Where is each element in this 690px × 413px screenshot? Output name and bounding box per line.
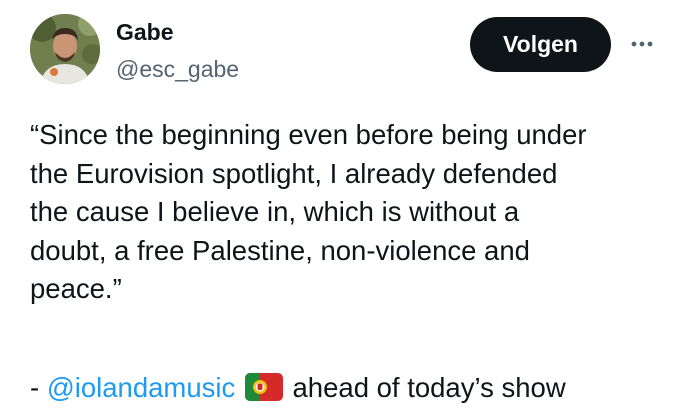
avatar-image <box>30 14 100 84</box>
credit-suffix: ahead of today’s show <box>284 372 566 403</box>
avatar[interactable] <box>30 14 100 84</box>
tweet-text: “Since the beginning even before being u… <box>30 116 670 309</box>
tweet-credit-line: - @iolandamusic ahead of today’s show <box>30 370 566 410</box>
portugal-flag-icon <box>244 373 283 410</box>
more-horizontal-icon <box>631 41 653 47</box>
tweet-quote: “Since the beginning even before being u… <box>30 119 587 304</box>
more-options-icon[interactable] <box>626 28 658 60</box>
credit-prefix: - <box>30 372 47 403</box>
user-handle[interactable]: @esc_gabe <box>116 55 239 83</box>
follow-button[interactable]: Volgen <box>470 17 611 72</box>
mention-link[interactable]: @iolandamusic <box>47 372 235 403</box>
display-name[interactable]: Gabe <box>116 18 174 46</box>
tweet-card: Gabe @esc_gabe Volgen “Since the beginni… <box>0 0 690 413</box>
